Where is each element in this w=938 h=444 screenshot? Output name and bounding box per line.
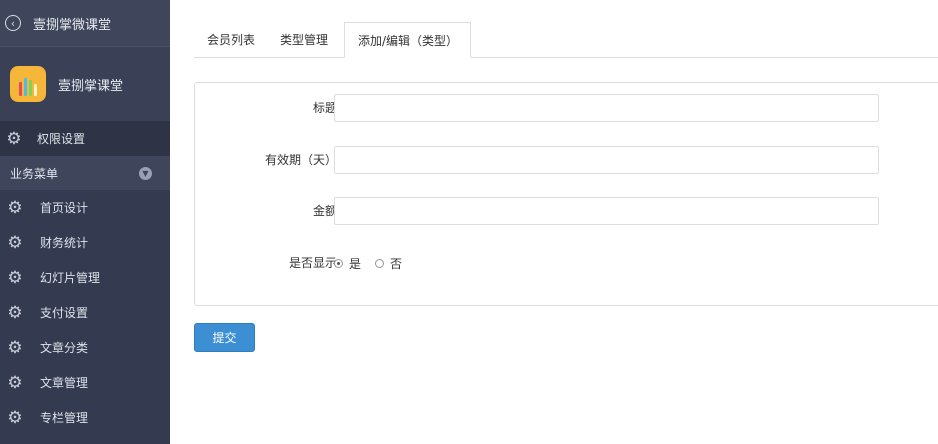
display-yes-radio[interactable]	[334, 258, 343, 268]
tab-bar: 会员列表 类型管理 添加/编辑（类型）	[194, 22, 938, 58]
sidebar-item-label: 权限设置	[37, 132, 86, 146]
gear-icon: ⚙	[7, 337, 23, 358]
tab-type-management[interactable]: 类型管理	[267, 22, 341, 57]
gear-icon: ⚙	[7, 267, 23, 288]
sidebar-item-slides[interactable]: ⚙ 幻灯片管理	[0, 260, 170, 295]
sidebar-item-columns[interactable]: ⚙ 专栏管理	[0, 400, 170, 435]
gear-icon: ⚙	[7, 302, 23, 323]
form-panel: 标题 有效期（天） 金额 是否显示 是 否	[194, 82, 938, 306]
brand-name: 壹捌掌课堂	[58, 78, 124, 94]
gear-icon: ⚙	[6, 128, 22, 149]
display-label: 是否显示	[288, 256, 337, 270]
tab-member-list[interactable]: 会员列表	[194, 22, 268, 57]
sidebar-item-label: 文章管理	[40, 376, 89, 390]
sidebar-item-label: 首页设计	[40, 201, 89, 215]
brand-block: 壹捌掌课堂	[0, 47, 170, 121]
gear-icon: ⚙	[7, 407, 23, 428]
sidebar-item-articles[interactable]: ⚙ 文章管理	[0, 365, 170, 400]
gear-icon: ⚙	[7, 372, 23, 393]
submit-button[interactable]: 提交	[194, 323, 255, 352]
main-content: 会员列表 类型管理 添加/编辑（类型） 标题 有效期（天） 金额 是否显示 是 …	[170, 0, 938, 444]
gear-icon: ⚙	[7, 232, 23, 253]
amount-input[interactable]	[334, 197, 879, 225]
sidebar-item-finance[interactable]: ⚙ 财务统计	[0, 225, 170, 260]
validity-label: 有效期（天）	[264, 153, 337, 167]
sidebar-item-label: 支付设置	[40, 306, 89, 320]
gear-icon: ⚙	[7, 197, 23, 218]
display-yes-label[interactable]: 是	[349, 255, 361, 272]
title-row: 标题	[195, 94, 938, 122]
tab-add-edit-type[interactable]: 添加/编辑（类型）	[344, 22, 471, 58]
sidebar: ‹ 壹捌掌微课堂 壹捌掌课堂 ⚙ 权限设置 业务菜单 ▼ ⚙ 首页设计 ⚙ 财务…	[0, 0, 170, 444]
sidebar-item-label: 文章分类	[40, 341, 89, 355]
validity-days-input[interactable]	[334, 146, 879, 174]
app-name: 壹捌掌微课堂	[33, 17, 112, 33]
amount-row: 金额	[195, 197, 938, 225]
sidebar-item-label: 专栏管理	[40, 411, 89, 425]
validity-row: 有效期（天）	[195, 146, 938, 174]
title-input[interactable]	[334, 94, 879, 122]
back-arrow-icon[interactable]: ‹	[5, 15, 21, 31]
section-title: 业务菜单	[10, 166, 59, 181]
business-menu-toggle[interactable]: 业务菜单 ▼	[0, 156, 170, 190]
sidebar-item-permissions[interactable]: ⚙ 权限设置	[0, 121, 170, 156]
sidebar-item-home-design[interactable]: ⚙ 首页设计	[0, 190, 170, 225]
display-radio-group: 是 否	[334, 249, 416, 277]
sidebar-item-label: 财务统计	[40, 236, 89, 250]
display-row: 是否显示 是 否	[195, 249, 938, 277]
sidebar-item-label: 幻灯片管理	[40, 271, 101, 285]
display-no-label[interactable]: 否	[390, 255, 402, 272]
sidebar-header: ‹ 壹捌掌微课堂	[0, 0, 170, 47]
sidebar-item-payment[interactable]: ⚙ 支付设置	[0, 295, 170, 330]
sidebar-item-article-categories[interactable]: ⚙ 文章分类	[0, 330, 170, 365]
display-no-radio[interactable]	[375, 258, 385, 268]
app-logo-icon	[10, 66, 46, 102]
chevron-down-icon: ▼	[139, 166, 152, 180]
